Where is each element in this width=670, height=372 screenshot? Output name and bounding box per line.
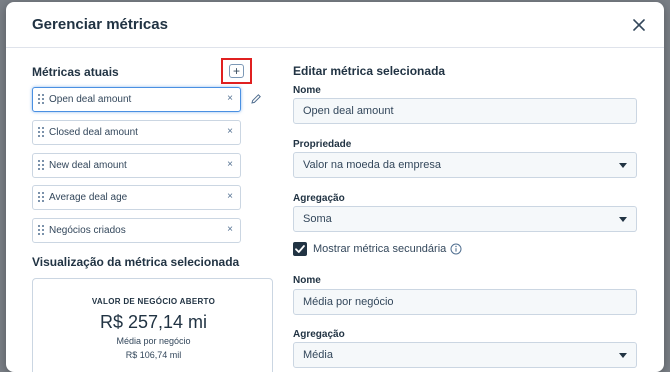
close-icon: [633, 19, 645, 31]
preview-metric-title: VALOR DE NEGÓCIO ABERTO: [91, 297, 216, 306]
secondary-name-label: Nome: [293, 275, 321, 286]
checkmark-icon: [295, 245, 305, 253]
metric-item-new-deal-amount[interactable]: New deal amount ×: [32, 153, 241, 178]
close-button[interactable]: [632, 18, 646, 32]
remove-metric-icon[interactable]: ×: [227, 126, 233, 137]
current-metrics-title: Métricas atuais: [32, 65, 119, 79]
property-label: Propriedade: [293, 139, 352, 150]
caret-down-icon: [619, 353, 627, 358]
caret-down-icon: [619, 163, 627, 168]
secondary-name-input[interactable]: Média por negócio: [293, 289, 637, 315]
name-input[interactable]: Open deal amount: [293, 98, 637, 124]
secondary-aggregation-select[interactable]: Média: [293, 342, 637, 368]
metric-item-open-deal-amount[interactable]: Open deal amount ×: [32, 87, 241, 112]
drag-handle-icon[interactable]: [38, 192, 44, 203]
preview-metric-value: R$ 257,14 mi: [99, 312, 208, 332]
metric-label: New deal amount: [49, 160, 127, 171]
remove-metric-icon[interactable]: ×: [227, 93, 233, 104]
drag-handle-icon[interactable]: [38, 127, 44, 138]
preview-secondary-label: Média por negócio: [116, 336, 191, 346]
drag-handle-icon[interactable]: [38, 94, 44, 105]
remove-metric-icon[interactable]: ×: [227, 159, 233, 170]
metric-label: Negócios criados: [49, 225, 126, 236]
aggregation-select-value: Soma: [303, 213, 332, 225]
secondary-metric-label: Mostrar métrica secundária: [313, 243, 447, 255]
edit-metric-title: Editar métrica selecionada: [293, 64, 446, 78]
remove-metric-icon[interactable]: ×: [227, 191, 233, 202]
secondary-aggregation-label: Agregação: [293, 329, 345, 340]
metric-label: Average deal age: [49, 192, 128, 203]
metric-label: Open deal amount: [49, 94, 132, 105]
modal-header: Gerenciar métricas: [6, 2, 664, 48]
metric-preview-card: VALOR DE NEGÓCIO ABERTO R$ 257,14 mi Méd…: [32, 278, 273, 372]
drag-handle-icon[interactable]: [38, 160, 44, 171]
manage-metrics-modal: Gerenciar métricas Métricas atuais + Ope…: [6, 2, 664, 372]
drag-handle-icon[interactable]: [38, 225, 44, 236]
pencil-icon[interactable]: [250, 93, 262, 105]
property-select[interactable]: Valor na moeda da empresa: [293, 152, 637, 178]
metric-label: Closed deal amount: [49, 127, 138, 138]
add-metric-button[interactable]: +: [229, 64, 244, 78]
info-icon[interactable]: [450, 243, 462, 255]
remove-metric-icon[interactable]: ×: [227, 224, 233, 235]
name-label: Nome: [293, 85, 321, 96]
property-select-value: Valor na moeda da empresa: [303, 159, 441, 171]
secondary-aggregation-select-value: Média: [303, 349, 333, 361]
modal-title: Gerenciar métricas: [32, 16, 168, 33]
preview-secondary-value: R$ 106,74 mil: [125, 350, 182, 360]
caret-down-icon: [619, 217, 627, 222]
add-metric-highlight: +: [221, 58, 252, 84]
aggregation-select[interactable]: Soma: [293, 206, 637, 232]
aggregation-label: Agregação: [293, 193, 345, 204]
metric-item-closed-deal-amount[interactable]: Closed deal amount ×: [32, 120, 241, 145]
metric-item-average-deal-age[interactable]: Average deal age ×: [32, 185, 241, 210]
metric-item-negocios-criados[interactable]: Negócios criados ×: [32, 218, 241, 243]
preview-section-title: Visualização da métrica selecionada: [32, 255, 240, 269]
secondary-metric-checkbox[interactable]: [293, 242, 307, 256]
